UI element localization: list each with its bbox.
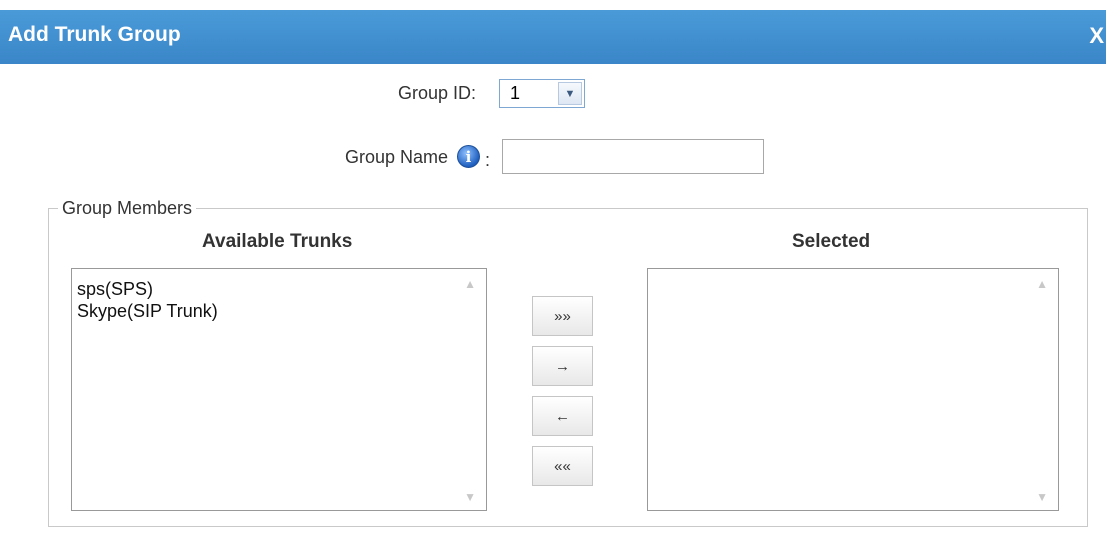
group-members-legend: Group Members [58,198,197,219]
group-id-label: Group ID: [398,83,477,103]
available-trunks-list[interactable]: sps(SPS) Skype(SIP Trunk) ▲ ▼ [71,268,487,511]
remove-selected-button[interactable]: ← [532,396,593,436]
scroll-down-arrow-icon[interactable]: ▼ [1036,490,1048,504]
group-id-value: 1 [510,83,521,103]
list-item[interactable]: sps(SPS) [72,278,486,300]
dialog-titlebar: Add Trunk Group X [0,10,1106,64]
scroll-up-arrow-icon[interactable]: ▲ [1036,277,1048,291]
add-all-button[interactable]: »» [532,296,593,336]
add-trunk-group-dialog: Add Trunk Group X Group ID: 1 ▼ Group Na… [0,0,1106,539]
group-name-colon: : [485,150,491,170]
selected-heading: Selected [792,231,871,252]
selected-trunks-list[interactable]: ▲ ▼ [647,268,1059,511]
close-icon[interactable]: X [1089,23,1104,49]
list-item[interactable]: Skype(SIP Trunk) [72,300,486,322]
group-name-input[interactable] [502,139,764,174]
available-trunks-heading: Available Trunks [202,231,353,252]
scroll-down-arrow-icon[interactable]: ▼ [464,490,476,504]
group-name-label: Group Name [345,147,449,167]
info-icon[interactable]: i [457,145,480,168]
group-id-select[interactable]: 1 ▼ [499,79,585,108]
add-selected-button[interactable]: → [532,346,593,386]
scroll-up-arrow-icon[interactable]: ▲ [464,277,476,291]
chevron-down-icon[interactable]: ▼ [558,82,582,105]
dialog-title: Add Trunk Group [8,23,181,46]
remove-all-button[interactable]: «« [532,446,593,486]
